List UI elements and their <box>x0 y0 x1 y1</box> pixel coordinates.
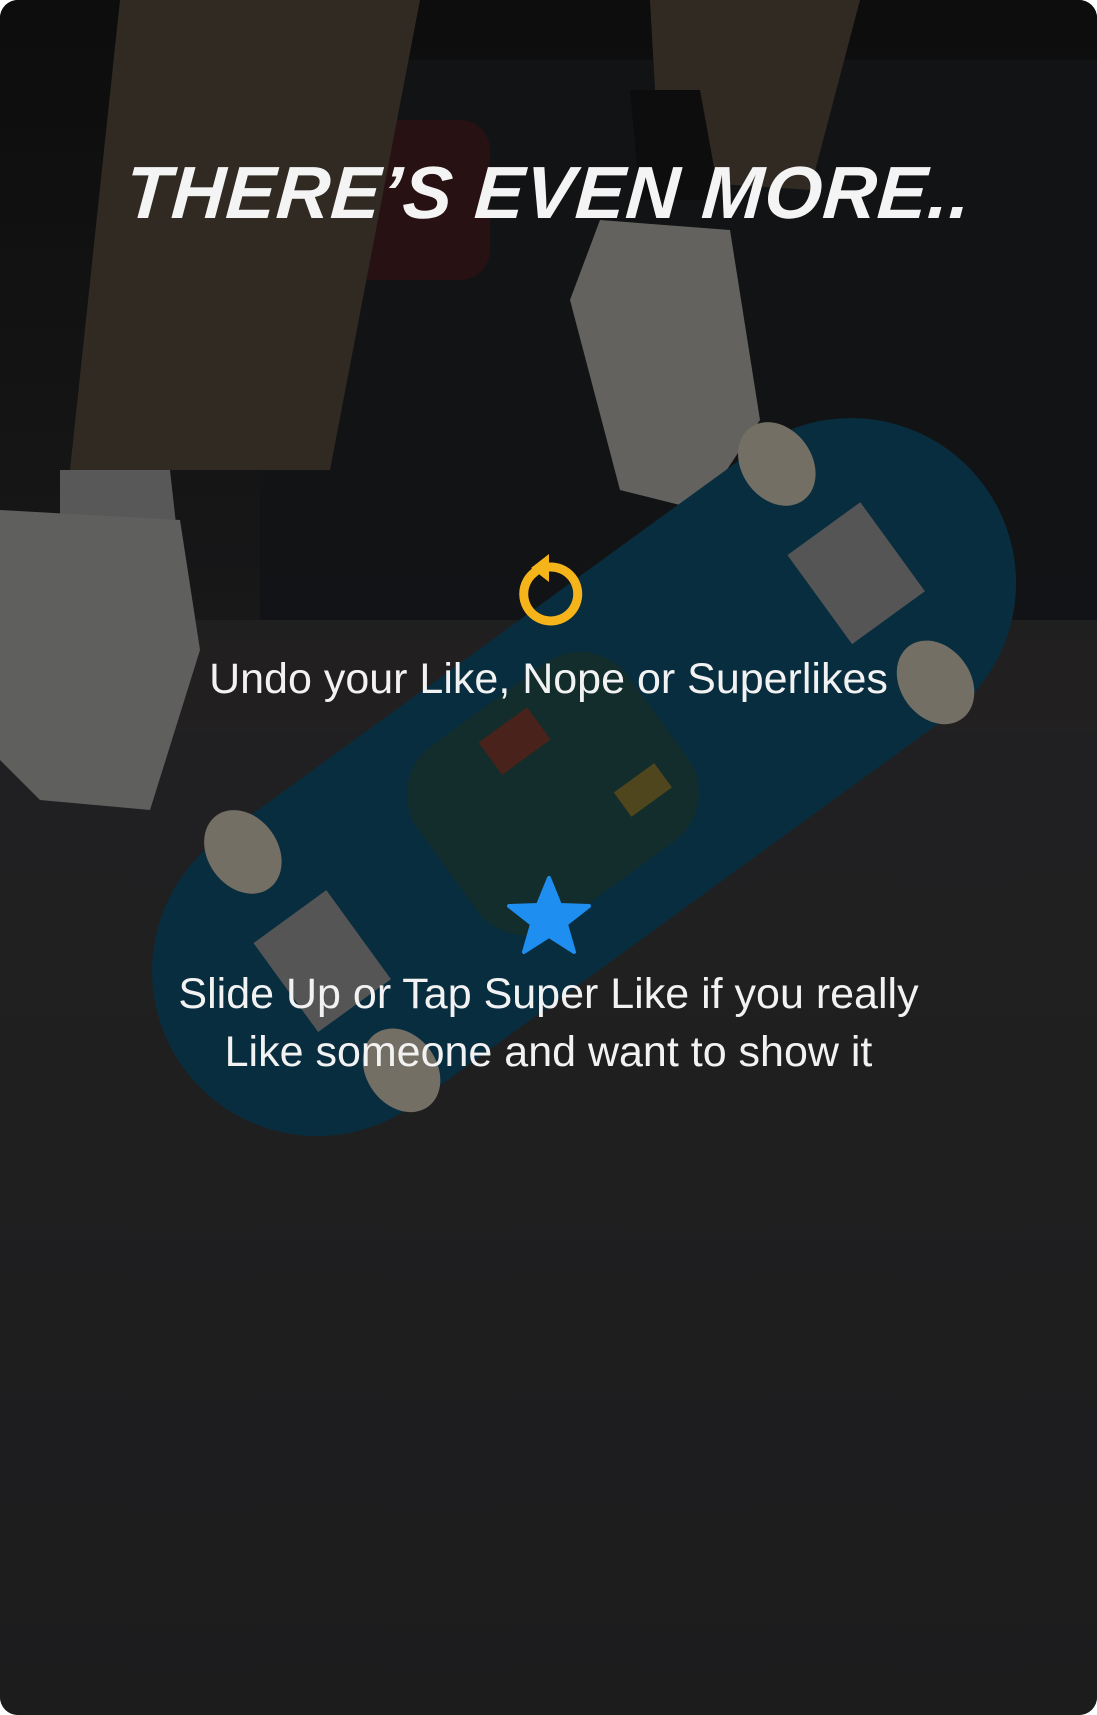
feature-superlike-text: Slide Up or Tap Super Like if you really… <box>178 970 919 1076</box>
page-title: THERE’S EVEN MORE.. <box>122 151 975 234</box>
tutorial-card[interactable]: THERE’S EVEN MORE.. Undo your Like, Nope… <box>0 0 1097 1715</box>
feature-superlike: Slide Up or Tap Super Like if you really… <box>0 875 1097 1081</box>
star-icon <box>506 876 591 954</box>
undo-icon <box>518 554 582 626</box>
dim-overlay <box>0 0 1097 1715</box>
feature-undo-text: Undo your Like, Nope or Superlikes <box>209 655 888 703</box>
feature-undo: Undo your Like, Nope or Superlikes <box>0 552 1097 708</box>
